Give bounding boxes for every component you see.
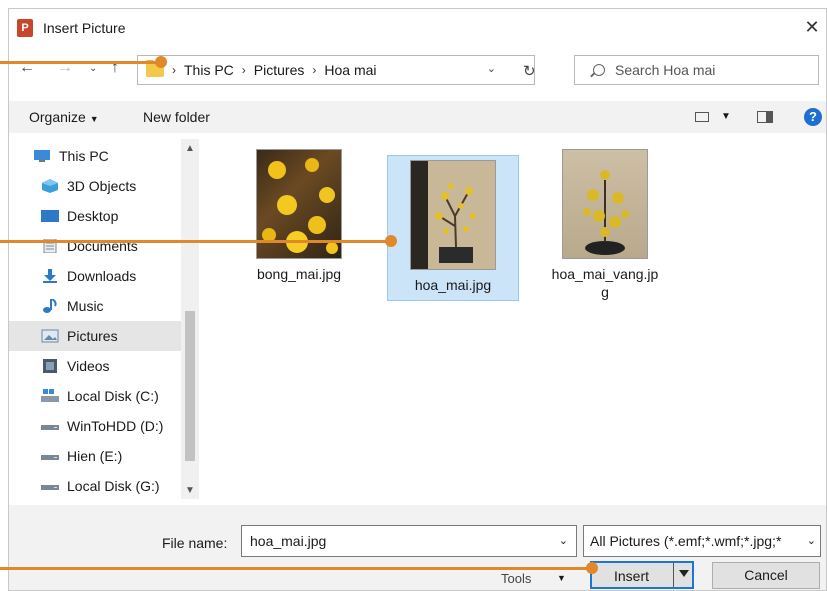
sidebar-item-label: Hien (E:) (67, 448, 123, 464)
file-type-filter[interactable]: All Pictures (*.emf;*.wmf;*.jpg;* ⌄ (583, 525, 821, 557)
file-item-hoa-mai[interactable]: hoa_mai.jpg (387, 155, 519, 301)
breadcrumb-separator: › (172, 63, 176, 77)
drive-icon (41, 485, 59, 490)
desktop-icon (41, 210, 59, 222)
file-name: bong_mai.jpg (256, 266, 342, 282)
search-placeholder: Search Hoa mai (615, 62, 716, 78)
sidebar-item-hien-e[interactable]: Hien (E:) (41, 441, 204, 471)
sidebar-item-pictures[interactable]: Pictures (9, 321, 181, 351)
sidebar-item-label: Local Disk (C:) (67, 388, 159, 404)
view-options-icon[interactable] (695, 112, 709, 122)
view-chevron-down-icon[interactable]: ▼ (721, 111, 731, 122)
search-input[interactable]: Search Hoa mai (574, 55, 819, 85)
nav-scroll-thumb[interactable] (185, 311, 195, 461)
callout-line-insert (0, 567, 594, 570)
powerpoint-icon: P (17, 19, 33, 37)
sidebar-item-3d-objects[interactable]: 3D Objects (41, 171, 204, 201)
sidebar-item-label: Pictures (67, 328, 118, 344)
file-name-label: File name: (162, 535, 228, 551)
video-icon (43, 359, 57, 373)
insert-button-label: Insert (614, 568, 650, 584)
sidebar-item-music[interactable]: Music (41, 291, 204, 321)
insert-picture-dialog: P Insert Picture ✕ ← → ⌄ ↑ › This PC › P… (8, 8, 827, 591)
sidebar-item-documents[interactable]: Documents (41, 231, 204, 261)
sidebar-item-label: This PC (59, 148, 109, 164)
scroll-up-icon[interactable]: ▲ (185, 143, 195, 154)
insert-dropdown-arrow-icon[interactable] (679, 570, 689, 577)
file-name-value: hoa_mai.jpg (250, 533, 327, 549)
callout-dot-insert (586, 562, 598, 574)
music-icon (43, 299, 57, 313)
file-name-line-1: hoa_mai_vang.jp (551, 266, 659, 282)
navigation-pane: This PC 3D Objects Desktop Documents Dow… (9, 139, 204, 499)
sidebar-item-local-disk-g[interactable]: Local Disk (G:) (41, 471, 204, 499)
callout-dot-address (155, 56, 167, 68)
sidebar-item-label: 3D Objects (67, 178, 137, 194)
breadcrumb-this-pc[interactable]: This PC (184, 62, 234, 78)
breadcrumb-hoa-mai[interactable]: Hoa mai (324, 62, 376, 78)
help-icon[interactable]: ? (804, 108, 822, 126)
organize-chevron-down-icon: ▼ (89, 114, 99, 124)
title-bar: P Insert Picture ✕ (9, 9, 826, 47)
filter-chevron-down-icon[interactable]: ⌄ (803, 534, 816, 547)
cancel-button[interactable]: Cancel (712, 562, 820, 589)
system-drive-icon (41, 389, 59, 402)
address-dropdown-chevron-icon[interactable]: ⌄ (487, 62, 496, 75)
pictures-icon (41, 329, 59, 343)
preview-pane-icon[interactable] (757, 111, 773, 123)
address-row: ← → ⌄ ↑ › This PC › Pictures › Hoa mai ⌄… (9, 53, 826, 87)
window-title: Insert Picture (43, 20, 126, 36)
file-name: hoa_mai.jpg (414, 277, 492, 293)
organize-label: Organize (29, 109, 86, 125)
sidebar-item-this-pc[interactable]: This PC (33, 141, 204, 171)
callout-dot-file (385, 235, 397, 247)
breadcrumb-separator: › (312, 63, 317, 77)
file-type-value: All Pictures (*.emf;*.wmf;*.jpg;* (590, 533, 782, 549)
drive-icon (41, 425, 59, 430)
monitor-icon (34, 150, 50, 162)
insert-split-divider (673, 563, 674, 587)
new-folder-button[interactable]: New folder (143, 109, 210, 125)
close-icon[interactable]: ✕ (802, 17, 822, 38)
sidebar-item-desktop[interactable]: Desktop (41, 201, 204, 231)
image-thumbnail (410, 160, 496, 270)
file-name-dropdown-chevron-icon[interactable]: ⌄ (559, 534, 568, 547)
address-bar[interactable]: › This PC › Pictures › Hoa mai ⌄ (137, 55, 535, 85)
file-item-bong-mai[interactable]: bong_mai.jpg (233, 149, 365, 295)
cube-icon (42, 179, 58, 193)
sidebar-item-wintohdd-d[interactable]: WinToHDD (D:) (41, 411, 204, 441)
sidebar-item-videos[interactable]: Videos (41, 351, 204, 381)
sidebar-item-label: Desktop (67, 208, 119, 224)
file-item-hoa-mai-vang[interactable]: hoa_mai_vang.jpg (539, 149, 671, 300)
refresh-icon[interactable]: ↻ (523, 62, 536, 80)
sidebar-item-label: WinToHDD (D:) (67, 418, 164, 434)
organize-button[interactable]: Organize ▼ (29, 109, 99, 125)
file-name-line-2: g (601, 284, 609, 300)
scroll-down-icon[interactable]: ▼ (185, 485, 195, 496)
sidebar-item-downloads[interactable]: Downloads (41, 261, 204, 291)
sidebar-item-label: Local Disk (G:) (67, 478, 160, 494)
file-list: bong_mai.jpg hoa_mai.jpg hoa_mai_vang.jp… (205, 139, 826, 499)
breadcrumb-pictures[interactable]: Pictures (254, 62, 305, 78)
drive-icon (41, 455, 59, 460)
callout-line-file (0, 240, 392, 243)
callout-line-address (0, 61, 160, 64)
file-name-field[interactable]: hoa_mai.jpg ⌄ (241, 525, 577, 557)
tools-chevron-down-icon[interactable]: ▼ (557, 573, 566, 583)
insert-button[interactable]: Insert (590, 561, 694, 589)
file-name: hoa_mai_vang.jpg (539, 265, 671, 301)
tools-button[interactable]: Tools (501, 571, 531, 586)
search-icon (593, 64, 605, 76)
dialog-footer: File name: hoa_mai.jpg ⌄ All Pictures (*… (9, 505, 826, 590)
sidebar-item-label: Videos (67, 358, 110, 374)
command-toolbar: Organize ▼ New folder ▼ ? (9, 101, 826, 133)
sidebar-item-local-disk-c[interactable]: Local Disk (C:) (41, 381, 204, 411)
breadcrumb-separator: › (241, 63, 246, 77)
download-icon (43, 269, 57, 283)
sidebar-item-label: Downloads (67, 268, 137, 284)
image-thumbnail (562, 149, 648, 259)
recent-chevron-down-icon[interactable]: ⌄ (89, 63, 97, 74)
sidebar-item-label: Music (67, 298, 104, 314)
